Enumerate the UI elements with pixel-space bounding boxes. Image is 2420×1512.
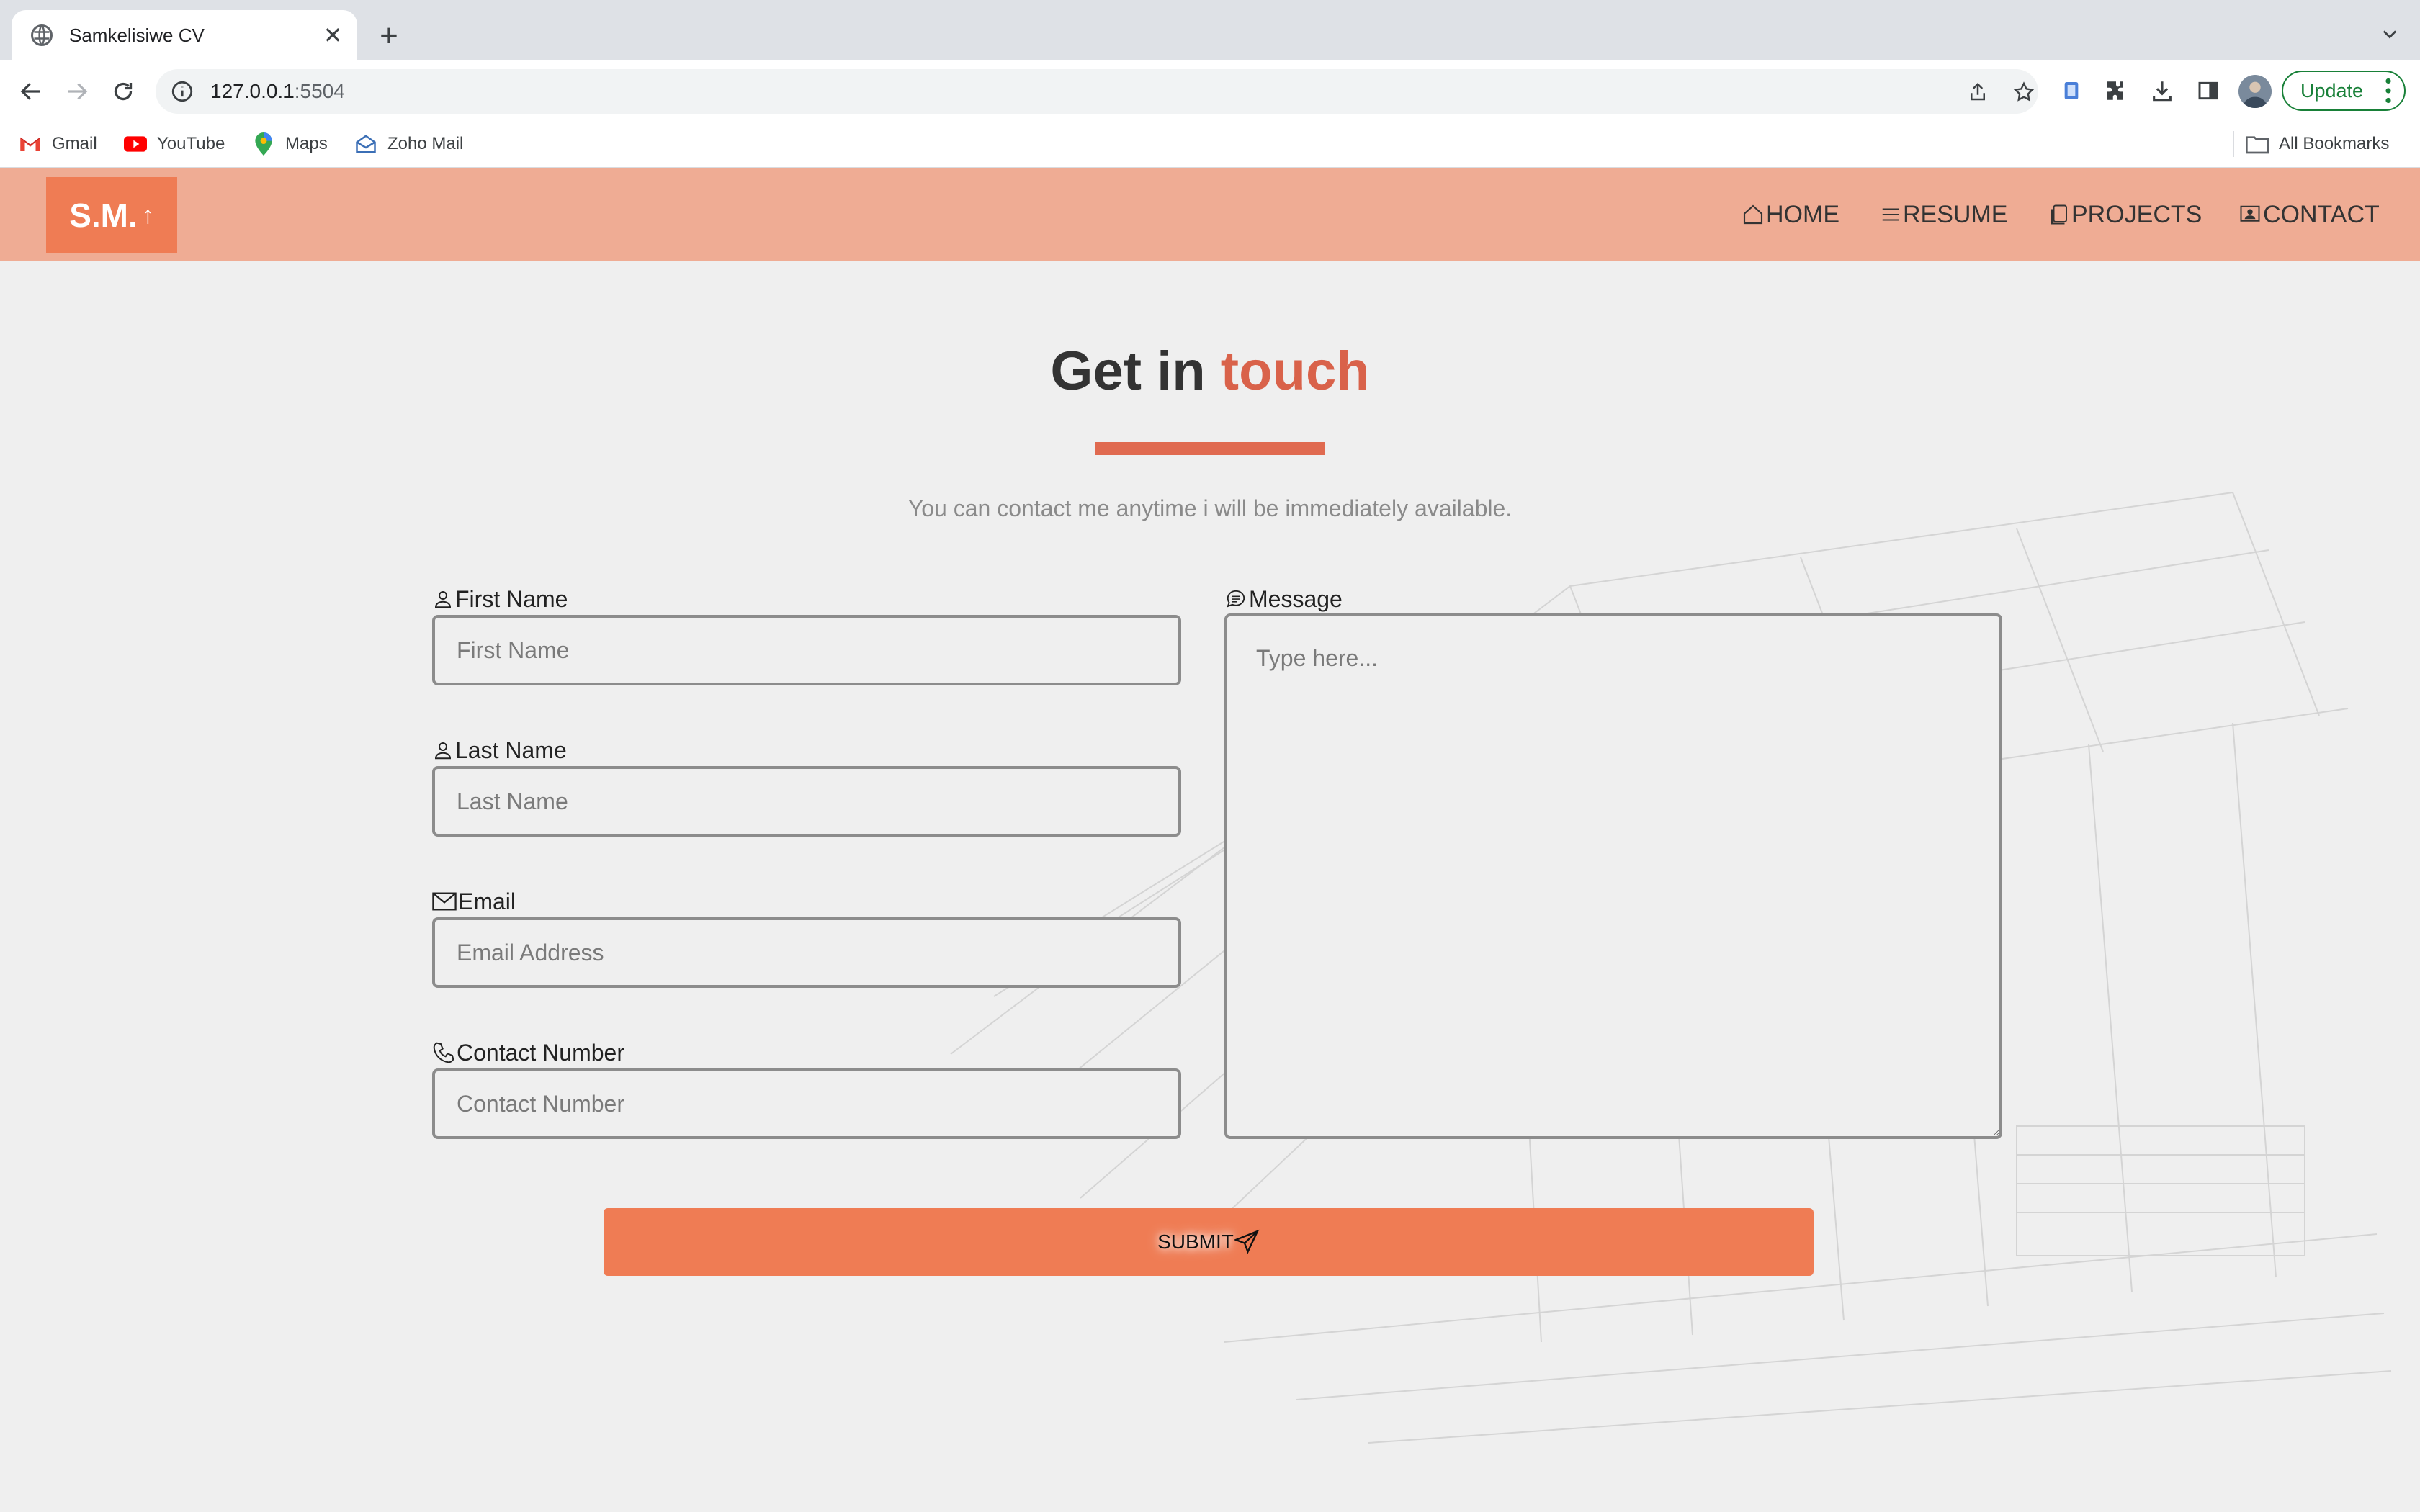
- nav-contact[interactable]: CONTACT: [2238, 196, 2380, 233]
- page-subtitle: You can contact me anytime i will be imm…: [908, 495, 1512, 521]
- nav-projects[interactable]: PROJECTS: [2048, 196, 2202, 233]
- folder-icon: [2246, 132, 2269, 156]
- message-textarea[interactable]: [1224, 613, 2002, 1139]
- tab-search-chevron-icon[interactable]: [2374, 19, 2406, 50]
- first-name-label: First Name: [432, 585, 568, 613]
- contact-number-label: Contact Number: [432, 1038, 624, 1067]
- address-bar[interactable]: 127.0.0.1:5504: [156, 69, 2038, 114]
- forward-arrow-icon[interactable]: [60, 75, 94, 108]
- bookmark-gmail[interactable]: Gmail: [19, 130, 97, 158]
- youtube-icon: [124, 132, 147, 156]
- new-tab-button[interactable]: +: [370, 17, 408, 55]
- person-icon: [434, 742, 452, 760]
- bookmark-star-icon[interactable]: [2011, 79, 2037, 105]
- last-name-input[interactable]: [432, 766, 1181, 837]
- side-panel-icon[interactable]: [2194, 76, 2223, 105]
- reload-icon[interactable]: [107, 75, 140, 108]
- zoho-mail-icon: [354, 132, 377, 156]
- browser-tab-active[interactable]: Samkelisiwe CV ✕: [12, 10, 357, 60]
- profile-avatar[interactable]: [2238, 75, 2272, 108]
- envelope-icon: [432, 892, 457, 911]
- paper-plane-icon: [1233, 1229, 1260, 1254]
- bookmark-youtube[interactable]: YouTube: [124, 130, 225, 158]
- folder-stack-icon: [2051, 204, 2067, 225]
- message-label: Message: [1224, 585, 1343, 613]
- email-input[interactable]: [432, 917, 1181, 988]
- share-icon[interactable]: [1965, 79, 1991, 105]
- bookmark-maps[interactable]: Maps: [252, 130, 328, 158]
- email-label: Email: [432, 887, 516, 916]
- bookmarks-bar: Gmail YouTube Maps Zoho Mail All Bookmar…: [0, 121, 2420, 168]
- reading-extension-icon[interactable]: [2057, 76, 2086, 105]
- browser-tab-strip: Samkelisiwe CV ✕ +: [0, 0, 2420, 60]
- list-icon: [1882, 208, 1899, 221]
- site-info-icon[interactable]: [170, 79, 194, 104]
- all-bookmarks-folder[interactable]: All Bookmarks: [2246, 130, 2389, 158]
- site-header: S.M. ↑ HOME RESUME PROJECTS CONTACT: [0, 168, 2420, 261]
- arrow-up-icon: ↑: [141, 201, 154, 229]
- page-viewport: S.M. ↑ HOME RESUME PROJECTS CONTACT Get i…: [0, 168, 2420, 1512]
- close-tab-icon[interactable]: ✕: [318, 21, 347, 50]
- bookmark-zoho-mail[interactable]: Zoho Mail: [354, 130, 463, 158]
- url-text: 127.0.0.1:5504: [210, 80, 345, 102]
- title-underline: [1095, 442, 1325, 455]
- download-icon[interactable]: [2148, 76, 2177, 105]
- browser-toolbar: 127.0.0.1:5504 Update: [0, 60, 2420, 121]
- maps-pin-icon: [252, 132, 275, 156]
- site-logo[interactable]: S.M. ↑: [46, 177, 177, 253]
- back-arrow-icon[interactable]: [14, 75, 48, 108]
- contact-number-input[interactable]: [432, 1068, 1181, 1139]
- bookmarks-separator: [2233, 131, 2234, 157]
- gmail-icon: [19, 132, 42, 156]
- page-title-accent: touch: [1220, 341, 1370, 402]
- contact-card-icon: [2240, 205, 2260, 222]
- page-title: Get in touch: [1050, 341, 1370, 402]
- globe-icon: [31, 24, 53, 46]
- first-name-input[interactable]: [432, 615, 1181, 685]
- home-icon: [1743, 204, 1763, 225]
- last-name-label: Last Name: [432, 736, 567, 765]
- chat-bubble-icon: [1227, 590, 1245, 608]
- update-button[interactable]: Update: [2282, 71, 2406, 111]
- nav-home[interactable]: HOME: [1742, 196, 1839, 233]
- nav-resume[interactable]: RESUME: [1880, 196, 2007, 233]
- person-icon: [434, 591, 452, 608]
- submit-button[interactable]: SUBMIT: [604, 1208, 1814, 1276]
- phone-icon: [433, 1042, 454, 1063]
- extensions-puzzle-icon[interactable]: [2102, 76, 2130, 105]
- tab-title: Samkelisiwe CV: [69, 24, 205, 46]
- kebab-menu-icon[interactable]: [2384, 78, 2393, 104]
